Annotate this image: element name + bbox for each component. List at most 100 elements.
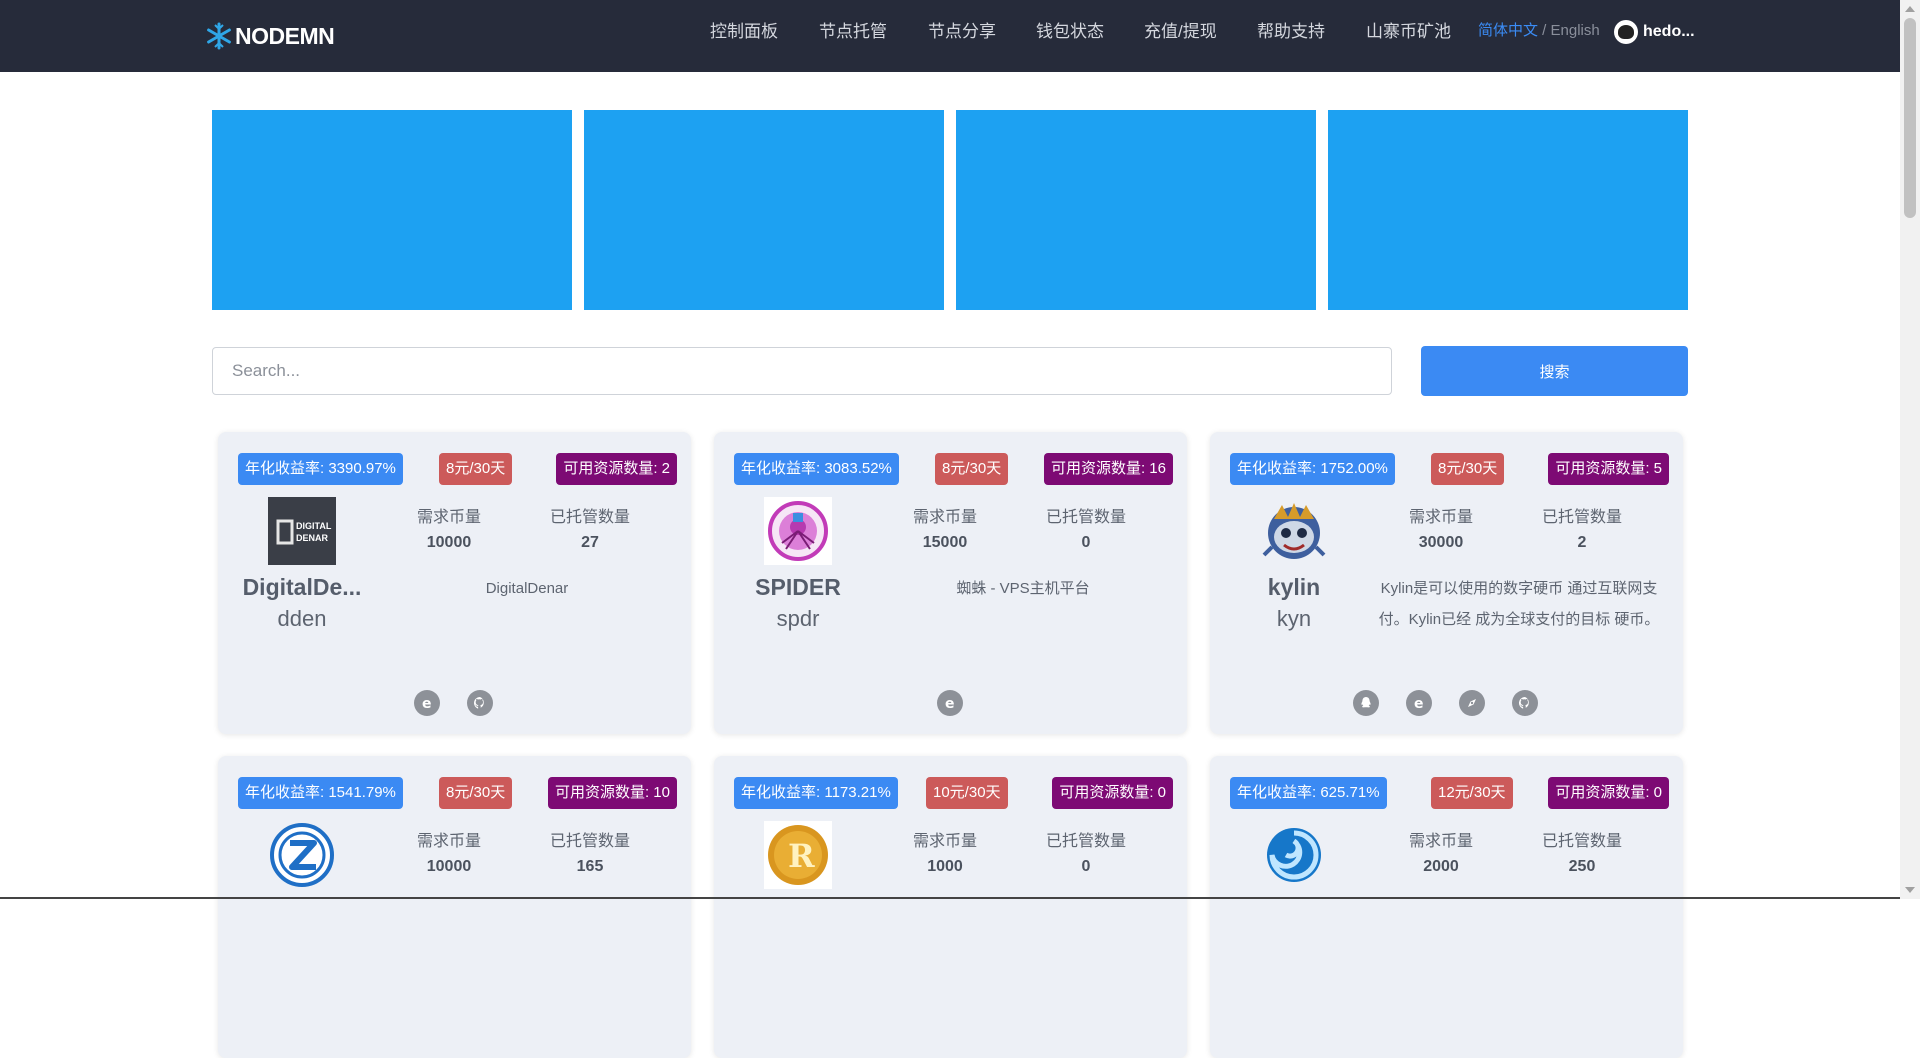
- svg-text:e: e: [1414, 696, 1424, 711]
- banner-2[interactable]: [584, 110, 944, 310]
- qq-icon[interactable]: [1353, 690, 1379, 716]
- lang-chinese[interactable]: 简体中文: [1478, 22, 1538, 39]
- search-input[interactable]: [212, 347, 1392, 395]
- nav-deposit-withdraw[interactable]: 充值/提现: [1144, 20, 1217, 44]
- nav-help-support[interactable]: 帮助支持: [1257, 20, 1325, 44]
- svg-text:e: e: [945, 696, 955, 711]
- price-badge: 8元/30天: [439, 777, 513, 809]
- kylin-logo: [1262, 503, 1326, 559]
- scroll-up-arrow-icon[interactable]: [1905, 6, 1915, 12]
- coin-description: 蜘蛛 - VPS主机平台: [956, 580, 1090, 597]
- required-coins-label: 需求币量: [1408, 509, 1473, 526]
- annual-yield-badge: 年化收益率: 3390.97%: [238, 453, 403, 485]
- username: hedo...: [1643, 23, 1695, 40]
- hosted-count-label: 已托管数量: [1045, 833, 1126, 850]
- nav-dashboard[interactable]: 控制面板: [710, 20, 778, 44]
- annual-yield-badge: 年化收益率: 625.71%: [1230, 777, 1387, 809]
- hosted-count-value: 0: [1081, 858, 1091, 875]
- annual-yield-badge: 年化收益率: 1541.79%: [238, 777, 403, 809]
- top-navbar: NODEMN 控制面板 节点托管 节点分享 钱包状态 充值/提现 帮助支持 山寨…: [0, 0, 1920, 72]
- nav-altcoin-pool[interactable]: 山寨币矿池: [1366, 20, 1451, 44]
- coin-logo-z: [270, 823, 334, 887]
- hosted-count-label: 已托管数量: [549, 509, 630, 526]
- coin-card-5[interactable]: 年化收益率: 1173.21% 10元/30天 可用资源数量: 0 R 需求币量…: [714, 756, 1187, 1058]
- hosted-count-value: 2: [1577, 534, 1587, 551]
- required-coins-value: 2000: [1423, 858, 1459, 875]
- available-resources-badge: 可用资源数量: 0: [1548, 777, 1669, 809]
- scrollbar-thumb[interactable]: [1904, 18, 1916, 218]
- coin-card-4[interactable]: 年化收益率: 1541.79% 8元/30天 可用资源数量: 10 需求币量 已…: [218, 756, 691, 1058]
- coin-ticker: dden: [277, 606, 327, 631]
- svg-text:R: R: [788, 837, 815, 875]
- coin-description: Kylin是可以使用的数字硬币 通过互联网支付。Kylin已经 成为全球支付的目…: [1378, 580, 1660, 628]
- banner-4[interactable]: [1328, 110, 1688, 310]
- required-coins-label: 需求币量: [912, 833, 977, 850]
- language-switcher: 简体中文 / English: [1478, 21, 1600, 41]
- price-badge: 8元/30天: [1431, 453, 1505, 485]
- coin-card-6[interactable]: 年化收益率: 625.71% 12元/30天 可用资源数量: 0 需求币量 已托…: [1210, 756, 1683, 1058]
- price-badge: 12元/30天: [1431, 777, 1513, 809]
- github-icon[interactable]: [467, 690, 493, 716]
- github-icon[interactable]: [1512, 690, 1538, 716]
- website-icon[interactable]: e: [414, 690, 440, 716]
- annual-yield-badge: 年化收益率: 3083.52%: [734, 453, 899, 485]
- available-resources-badge: 可用资源数量: 5: [1548, 453, 1669, 485]
- nav-wallet-status[interactable]: 钱包状态: [1036, 20, 1104, 44]
- coin-card-kylin[interactable]: 年化收益率: 1752.00% 8元/30天 可用资源数量: 5 kylin k…: [1210, 432, 1683, 734]
- page-scrollbar[interactable]: [1900, 0, 1920, 899]
- svg-text:e: e: [422, 696, 432, 711]
- hosted-count-value: 0: [1081, 534, 1091, 551]
- banner-1[interactable]: [212, 110, 572, 310]
- price-badge: 10元/30天: [926, 777, 1008, 809]
- scroll-down-arrow-icon[interactable]: [1905, 887, 1915, 893]
- coin-ticker: spdr: [776, 606, 820, 631]
- spider-logo: [764, 497, 832, 565]
- required-coins-value: 1000: [927, 858, 963, 875]
- available-resources-badge: 可用资源数量: 16: [1043, 453, 1173, 485]
- snowflake-icon: [207, 22, 231, 50]
- logo-text: NODEMN: [235, 22, 335, 49]
- required-coins-label: 需求币量: [416, 509, 481, 526]
- lang-english[interactable]: English: [1551, 22, 1600, 39]
- price-badge: 8元/30天: [935, 453, 1009, 485]
- coin-card-digitaldenar[interactable]: 年化收益率: 3390.97% 8元/30天 可用资源数量: 2 DIGITAL…: [218, 432, 691, 734]
- hosted-count-label: 已托管数量: [1541, 509, 1622, 526]
- website-icon[interactable]: e: [1406, 690, 1432, 716]
- coin-card-spider[interactable]: 年化收益率: 3083.52% 8元/30天 可用资源数量: 16 SPIDER…: [714, 432, 1187, 734]
- explorer-compass-icon[interactable]: [1459, 690, 1485, 716]
- coin-logo-swirl: [1267, 828, 1321, 882]
- required-coins-value: 10000: [426, 534, 472, 551]
- logo-text-denar: DENAR: [296, 533, 329, 543]
- required-coins-value: 15000: [922, 534, 968, 551]
- avatar: [1614, 20, 1638, 44]
- hosted-count-value: 27: [581, 534, 599, 551]
- user-menu[interactable]: hedo...: [1614, 20, 1695, 44]
- nav-node-share[interactable]: 节点分享: [928, 20, 996, 44]
- website-icon[interactable]: e: [937, 690, 963, 716]
- annual-yield-badge: 年化收益率: 1173.21%: [734, 777, 898, 809]
- available-resources-badge: 可用资源数量: 2: [556, 453, 677, 485]
- required-coins-value: 10000: [426, 858, 472, 875]
- hosted-count-value: 250: [1568, 858, 1596, 875]
- required-coins-value: 30000: [1418, 534, 1464, 551]
- coin-name: SPIDER: [755, 574, 841, 600]
- hosted-count-label: 已托管数量: [549, 833, 630, 850]
- coin-ticker: kyn: [1276, 606, 1312, 631]
- nav-node-hosting[interactable]: 节点托管: [819, 20, 887, 44]
- search-button[interactable]: 搜索: [1421, 346, 1688, 396]
- required-coins-label: 需求币量: [416, 833, 481, 850]
- banner-3[interactable]: [956, 110, 1316, 310]
- digitaldenar-logo: DIGITAL DENAR: [268, 497, 336, 565]
- required-coins-label: 需求币量: [1408, 833, 1473, 850]
- coin-logo-r: R: [764, 821, 832, 889]
- hosted-count-value: 165: [576, 858, 604, 875]
- annual-yield-badge: 年化收益率: 1752.00%: [1230, 453, 1395, 485]
- required-coins-label: 需求币量: [912, 509, 977, 526]
- coin-name: kylin: [1267, 574, 1321, 600]
- hosted-count-label: 已托管数量: [1541, 833, 1622, 850]
- nodemn-logo[interactable]: NODEMN: [205, 18, 335, 54]
- available-resources-badge: 可用资源数量: 0: [1052, 777, 1173, 809]
- coin-name: DigitalDe...: [242, 574, 362, 600]
- lang-separator: /: [1538, 22, 1551, 39]
- available-resources-badge: 可用资源数量: 10: [547, 777, 677, 809]
